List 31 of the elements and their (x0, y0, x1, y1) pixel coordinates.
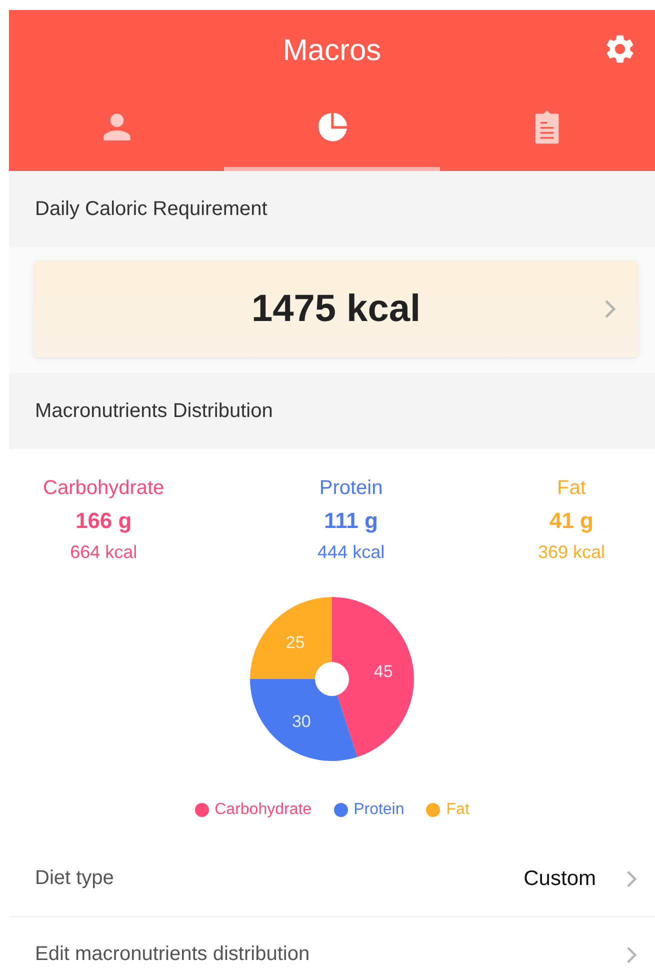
legend-dot (334, 803, 348, 817)
legend-label: Carbohydrate (214, 801, 312, 819)
legend-dot (194, 803, 209, 817)
legend-label: Protein (354, 801, 404, 819)
chevron-icon (626, 944, 637, 964)
macro-grams: 166 g (75, 508, 132, 534)
row-label: Edit macronutrients distribution (35, 943, 311, 966)
settings-row[interactable]: Edit macronutrients distribution (9, 916, 655, 968)
macro-grams: 41 g (549, 508, 594, 534)
slice-label: 30 (292, 712, 311, 732)
screen-title: Macros (282, 34, 382, 68)
section-title: Macronutrients Distribution (35, 400, 273, 422)
macro-kcal: 444 kcal (318, 542, 385, 563)
chevron-icon (626, 868, 637, 888)
section-title: Daily Caloric Requirement (35, 198, 268, 220)
calorie-value: 1475 kcal (251, 288, 421, 330)
macro-grams: 111 g (324, 508, 378, 534)
macro-kcal: 369 kcal (538, 542, 605, 563)
macro-kcal: 664 kcal (70, 542, 138, 563)
slice-label: 45 (374, 662, 393, 681)
row-value: Custom (524, 866, 596, 890)
legend-label: Fat (446, 801, 470, 819)
calorie-card[interactable]: 1475 kcal (34, 261, 638, 357)
row-label: Diet type (35, 867, 115, 890)
macro-name: Carbohydrate (43, 477, 164, 500)
chevron-icon (604, 299, 616, 319)
settings-row[interactable]: Diet type Custom (9, 841, 655, 916)
macro-name: Protein (319, 477, 383, 500)
slice-label: 25 (286, 633, 305, 652)
macro-name: Fat (557, 477, 586, 500)
legend-dot (426, 803, 440, 817)
